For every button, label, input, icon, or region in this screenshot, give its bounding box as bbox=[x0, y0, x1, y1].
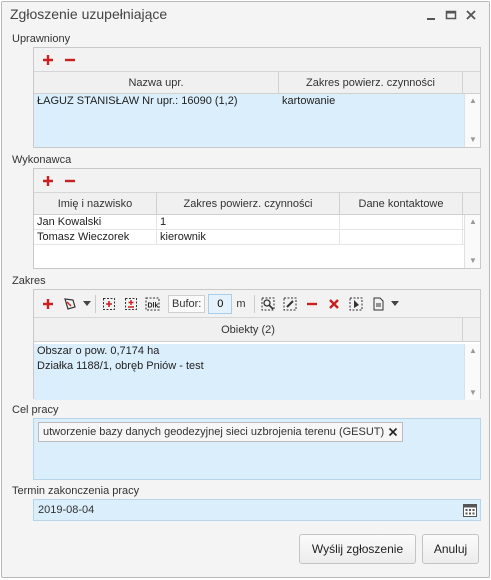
column-header-zakres[interactable]: Zakres powierz. czynności bbox=[157, 193, 340, 214]
select-area-icon[interactable] bbox=[59, 294, 81, 314]
list-item[interactable]: Obszar o pow. 0,7174 ha bbox=[34, 344, 480, 359]
cell-dane bbox=[340, 229, 463, 245]
cel-pracy-label: Cel pracy bbox=[12, 404, 59, 416]
tag-label: utworzenie bazy danych geodezyjnej sieci… bbox=[43, 426, 385, 438]
dialog-window: Zgłoszenie uzupełniające Uprawniony Nazw… bbox=[1, 1, 490, 578]
bufor-unit: m bbox=[236, 297, 246, 310]
table-row[interactable]: Tomasz Wieczorek kierownik bbox=[34, 229, 480, 245]
bufor-input[interactable] bbox=[208, 293, 233, 314]
cell-imie: Tomasz Wieczorek bbox=[34, 229, 157, 245]
add-range-icon[interactable] bbox=[120, 294, 142, 314]
cell-dane bbox=[340, 214, 463, 230]
close-icon[interactable] bbox=[465, 9, 477, 21]
bufor-label: Bufor: bbox=[168, 294, 206, 313]
toolbar-divider bbox=[253, 294, 255, 313]
wykonawca-label: Wykonawca bbox=[12, 154, 72, 166]
list-item[interactable]: Działka 1188/1, obręb Pniów - test bbox=[34, 359, 480, 374]
column-header-nazwa[interactable]: Nazwa upr. bbox=[34, 72, 279, 93]
zakres-panel: Dlk Bufor: m bbox=[33, 289, 481, 400]
window-title: Zgłoszenie uzupełniające bbox=[10, 6, 168, 22]
calendar-icon[interactable] bbox=[462, 502, 478, 518]
scroll-down-icon[interactable]: ▼ bbox=[465, 133, 481, 147]
column-header-zakres[interactable]: Zakres powierz. czynności bbox=[279, 72, 463, 93]
uprawniony-grid-body: ŁAGUZ STANISŁAW Nr upr.: 16090 (1,2) kar… bbox=[34, 94, 480, 147]
cell-imie: Jan Kowalski bbox=[34, 214, 157, 230]
svg-text:Dlk: Dlk bbox=[148, 302, 159, 309]
cell-nazwa: ŁAGUZ STANISŁAW Nr upr.: 16090 (1,2) bbox=[37, 95, 238, 107]
table-row[interactable]: ŁAGUZ STANISŁAW Nr upr.: 16090 (1,2) kar… bbox=[34, 94, 480, 109]
termin-label: Termin zakonczenia pracy bbox=[12, 485, 140, 497]
add-object-button[interactable] bbox=[37, 294, 59, 314]
cell-zakres: 1 bbox=[157, 214, 340, 230]
object-item: Działka 1188/1, obręb Pniów - test bbox=[37, 360, 204, 372]
add-dlk-icon[interactable]: Dlk bbox=[142, 294, 164, 314]
column-header-dane[interactable]: Dane kontaktowe bbox=[340, 193, 463, 214]
minimize-icon[interactable] bbox=[425, 9, 437, 21]
cancel-button[interactable]: Anuluj bbox=[422, 534, 479, 564]
scroll-up-icon[interactable]: ▲ bbox=[465, 215, 481, 229]
chevron-down-icon[interactable] bbox=[389, 294, 401, 314]
column-header-obiekty[interactable]: Obiekty (2) bbox=[34, 318, 463, 341]
import-icon[interactable] bbox=[345, 294, 367, 314]
cell-zakres: kierownik bbox=[157, 229, 340, 245]
edit-icon[interactable] bbox=[279, 294, 301, 314]
uprawniony-grid-header: Nazwa upr. Zakres powierz. czynności bbox=[34, 72, 480, 94]
zakres-grid-body: Obszar o pow. 0,7174 ha Działka 1188/1, … bbox=[34, 344, 480, 400]
zakres-label: Zakres bbox=[12, 275, 46, 287]
cel-pracy-tag: utworzenie bazy danych geodezyjnej sieci… bbox=[38, 422, 404, 442]
scroll-down-icon[interactable]: ▼ bbox=[465, 254, 481, 268]
termin-date-value: 2019-08-04 bbox=[38, 504, 95, 516]
add-uprawniony-button[interactable] bbox=[37, 50, 59, 70]
cel-pracy-field[interactable]: utworzenie bazy danych geodezyjnej sieci… bbox=[33, 418, 481, 480]
table-row[interactable]: Jan Kowalski 1 bbox=[34, 214, 480, 230]
scroll-up-icon[interactable]: ▲ bbox=[465, 344, 481, 358]
maximize-icon[interactable] bbox=[445, 9, 457, 21]
toolbar-divider bbox=[95, 294, 96, 313]
cell-zakres: kartowanie bbox=[282, 95, 336, 107]
delete-all-icon[interactable] bbox=[323, 294, 345, 314]
remove-object-button[interactable] bbox=[301, 294, 323, 314]
object-item: Obszar o pow. 0,7174 ha bbox=[37, 345, 160, 357]
zakres-scrollbar[interactable]: ▲ ▼ bbox=[464, 344, 480, 400]
title-bar: Zgłoszenie uzupełniające bbox=[2, 2, 489, 28]
bufor-group: Bufor: m bbox=[168, 293, 246, 314]
termin-date-field[interactable]: 2019-08-04 bbox=[33, 499, 481, 521]
uprawniony-label: Uprawniony bbox=[12, 33, 71, 45]
scroll-up-icon[interactable]: ▲ bbox=[465, 94, 481, 108]
add-wykonawca-button[interactable] bbox=[37, 171, 59, 191]
export-icon[interactable] bbox=[367, 294, 389, 314]
wykonawca-grid-body: Jan Kowalski 1 Tomasz Wieczorek kierowni… bbox=[34, 214, 480, 268]
add-parcel-icon[interactable] bbox=[98, 294, 120, 314]
close-icon[interactable] bbox=[388, 425, 398, 440]
zoom-icon[interactable] bbox=[257, 294, 279, 314]
wykonawca-grid-header: Imię i nazwisko Zakres powierz. czynnośc… bbox=[34, 193, 480, 215]
remove-uprawniony-button[interactable] bbox=[59, 50, 81, 70]
zakres-grid-header: Obiekty (2) bbox=[34, 318, 480, 342]
scroll-down-icon[interactable]: ▼ bbox=[465, 386, 481, 400]
chevron-down-icon[interactable] bbox=[81, 294, 93, 314]
uprawniony-scrollbar[interactable]: ▲ ▼ bbox=[464, 94, 480, 147]
wykonawca-panel: Imię i nazwisko Zakres powierz. czynnośc… bbox=[33, 168, 481, 269]
uprawniony-panel: Nazwa upr. Zakres powierz. czynności ŁAG… bbox=[33, 47, 481, 148]
submit-button[interactable]: Wyślij zgłoszenie bbox=[299, 534, 416, 564]
wykonawca-toolbar bbox=[34, 169, 480, 193]
remove-wykonawca-button[interactable] bbox=[59, 171, 81, 191]
wykonawca-scrollbar[interactable]: ▲ ▼ bbox=[464, 215, 480, 268]
uprawniony-toolbar bbox=[34, 48, 480, 72]
column-header-imie[interactable]: Imię i nazwisko bbox=[34, 193, 157, 214]
zakres-toolbar: Dlk Bufor: m bbox=[34, 290, 480, 318]
